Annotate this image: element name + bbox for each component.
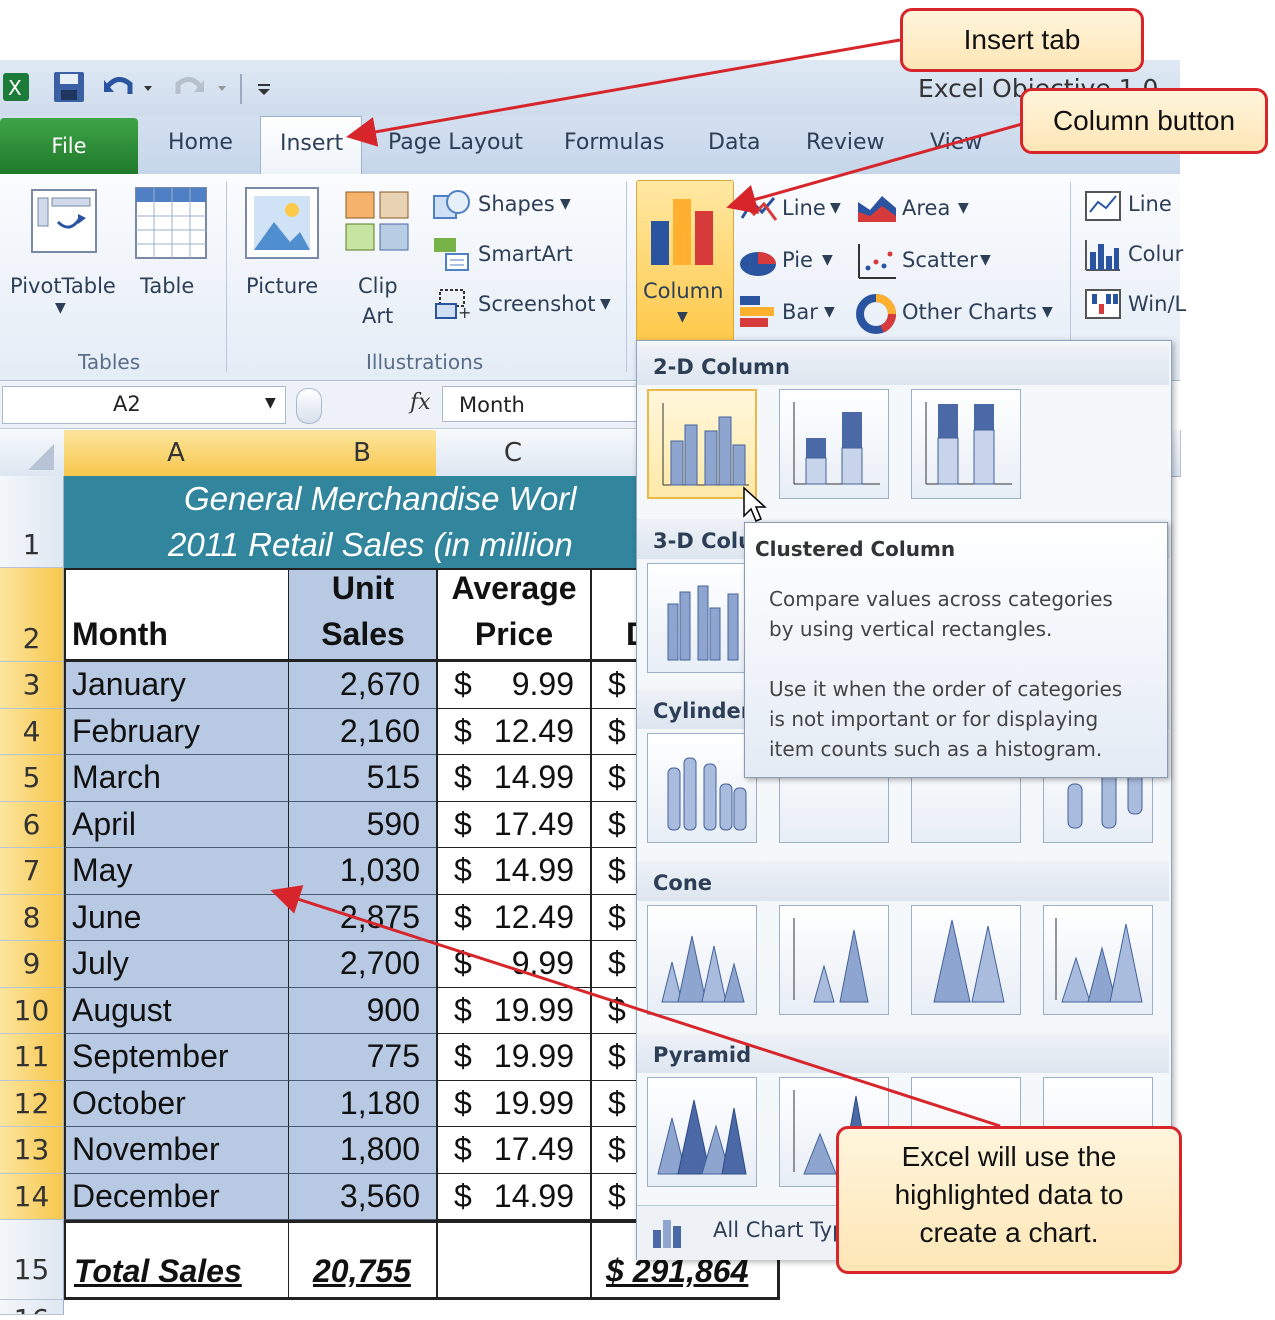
insert-tab-callout: Insert tab xyxy=(900,8,1144,72)
highlighted-data-callout: Excel will use the highlighted data to c… xyxy=(836,1126,1182,1274)
highlighted-data-callout-line-2: highlighted data to xyxy=(894,1179,1124,1210)
annotation-arrows xyxy=(270,38,1023,1128)
insert-tab-arrow xyxy=(346,38,901,147)
column-button-callout: Column button xyxy=(1020,88,1268,154)
highlighted-data-arrow xyxy=(270,885,1001,1128)
highlighted-data-callout-line-1: Excel will use the xyxy=(901,1141,1117,1172)
column-button-arrow xyxy=(726,122,1023,214)
highlighted-data-callout-line-3: create a chart. xyxy=(919,1217,1099,1248)
